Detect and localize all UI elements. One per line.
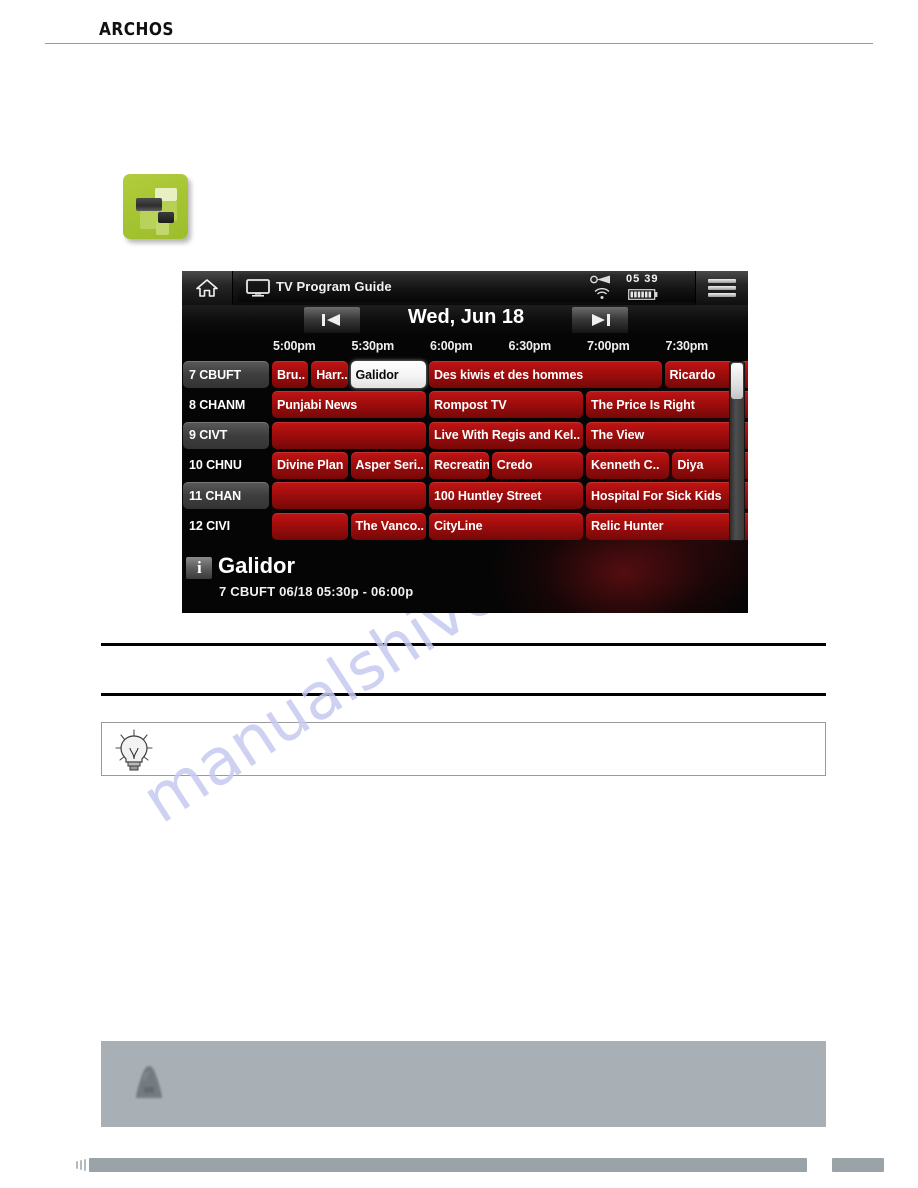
program-cell[interactable]: Recreating..: [429, 451, 489, 479]
prev-day-button[interactable]: [304, 307, 360, 333]
menu-icon-line-3: [708, 293, 736, 297]
program-cell[interactable]: The View: [586, 421, 748, 449]
channel-cell[interactable]: 10 CHNU: [183, 452, 269, 479]
hdd-activity-icon: [590, 275, 610, 284]
program-cell[interactable]: Live With Regis and Kel..: [429, 421, 583, 449]
time-label-3: 6:30pm: [508, 339, 552, 353]
warning-triangle-icon: [136, 1066, 162, 1098]
status-area: 05 39: [584, 273, 694, 303]
next-day-icon: [592, 314, 610, 326]
header-divider: [45, 43, 873, 44]
archos-logo: ARCHOS: [99, 19, 174, 40]
tv-program-guide-app-icon[interactable]: [123, 174, 188, 239]
program-cell-selected[interactable]: Galidor: [350, 361, 426, 388]
time-label-5: 7:30pm: [665, 339, 709, 353]
section-divider-top: [101, 643, 826, 646]
home-button[interactable]: [182, 271, 233, 305]
program-grid-row: 12 CIVI The Vanco.. CityLine Relic Hunter: [182, 512, 748, 542]
next-day-button[interactable]: [572, 307, 628, 333]
app-icon-shape-6: [156, 221, 169, 235]
program-cell[interactable]: The Price Is Right: [586, 391, 748, 419]
time-label-1: 5:30pm: [351, 339, 395, 353]
tip-box: [101, 722, 826, 776]
channel-cell[interactable]: 9 CIVT: [183, 421, 269, 449]
menu-button[interactable]: [695, 271, 748, 305]
time-label-2: 6:00pm: [430, 339, 473, 353]
grid-scrollbar[interactable]: [729, 361, 745, 541]
program-cell[interactable]: Relic Hunter: [586, 512, 748, 540]
program-grid-row: 7 CBUFT Bru.. Harr.. Galidor Des kiwis et de…: [182, 360, 748, 390]
program-cell[interactable]: [272, 512, 348, 540]
wifi-icon: [594, 288, 610, 299]
time-label-4: 7:00pm: [587, 339, 630, 353]
program-info-subtitle: 7 CBUFT 06/18 05:30p - 06:00p: [219, 584, 414, 599]
program-cell[interactable]: Hospital For Sick Kids: [586, 482, 748, 510]
section-divider-bottom: [101, 693, 826, 696]
channel-cell[interactable]: 11 CHAN: [183, 482, 269, 510]
program-grid-row: 11 CHAN 100 Huntley Street Hospital For S…: [182, 481, 748, 511]
program-cell[interactable]: Punjabi News: [272, 391, 426, 419]
time-label-0: 5:00pm: [273, 339, 316, 353]
program-info-panel: i Galidor 7 CBUFT 06/18 05:30p - 06:00p: [182, 551, 748, 613]
prev-day-icon: [322, 314, 340, 326]
footer-bar: [89, 1158, 807, 1172]
program-grid-row: 9 CIVT Live With Regis and Kel.. The View: [182, 421, 748, 451]
footer-tick-3: [84, 1159, 86, 1171]
app-title-text: TV Program Guide: [276, 279, 392, 294]
channel-cell[interactable]: 12 CIVI: [183, 513, 269, 540]
program-cell[interactable]: Rompost TV: [429, 391, 583, 419]
channel-cell[interactable]: 7 CBUFT: [183, 361, 269, 388]
program-cell[interactable]: [272, 421, 426, 449]
program-grid[interactable]: 7 CBUFT Bru.. Harr.. Galidor Des kiwis et de…: [182, 360, 748, 542]
battery-icon: [628, 289, 658, 300]
tv-screen-icon: [246, 279, 270, 297]
footer-page-pill: [832, 1158, 884, 1172]
lightbulb-tip-icon: [115, 729, 153, 771]
program-cell[interactable]: Credo: [491, 451, 583, 479]
program-cell[interactable]: Bru..: [272, 361, 309, 388]
grid-scrollbar-thumb[interactable]: [731, 363, 743, 399]
date-nav-bar: Wed, Jun 18: [182, 305, 748, 336]
program-cell[interactable]: The Vanco..: [350, 512, 426, 540]
page-header: ARCHOS: [0, 0, 918, 44]
current-date: Wed, Jun 18: [407, 306, 525, 328]
channel-cell[interactable]: 8 CHANM: [183, 391, 269, 418]
app-icon-shape-5: [158, 212, 174, 223]
status-clock: 05 39: [626, 273, 659, 285]
menu-icon-line-2: [708, 286, 736, 290]
note-box: [101, 1041, 826, 1127]
device-top-bar: TV Program Guide 05 39: [182, 271, 748, 305]
menu-icon-line-1: [708, 279, 736, 283]
program-grid-row: 10 CHNUDivine PlanAsper Seri..Recreating…: [182, 451, 748, 481]
program-cell[interactable]: Des kiwis et des hommes: [429, 361, 662, 388]
footer-tick-1: [76, 1161, 78, 1169]
program-cell[interactable]: [272, 482, 426, 510]
app-icon-shape-3: [136, 198, 162, 211]
info-icon: i: [186, 557, 212, 579]
program-cell[interactable]: CityLine: [429, 512, 583, 540]
program-cell[interactable]: Divine Plan: [272, 451, 348, 479]
footer-tick-2: [80, 1160, 82, 1170]
program-cell[interactable]: 100 Huntley Street: [429, 482, 583, 510]
program-cell[interactable]: Kenneth C..: [586, 451, 670, 479]
program-cell[interactable]: Asper Seri..: [350, 451, 426, 479]
home-icon: [196, 279, 218, 297]
program-grid-row: 8 CHANM Punjabi News Rompost TV The Price I…: [182, 390, 748, 420]
time-header-row: 5:00pm 5:30pm 6:00pm 6:30pm 7:00pm 7:30pm: [182, 336, 748, 360]
program-cell[interactable]: Harr..: [311, 361, 348, 388]
program-info-title: Galidor: [218, 553, 296, 578]
device-screenshot: TV Program Guide 05 39 Wed, Jun 18 5:00p…: [182, 271, 748, 613]
